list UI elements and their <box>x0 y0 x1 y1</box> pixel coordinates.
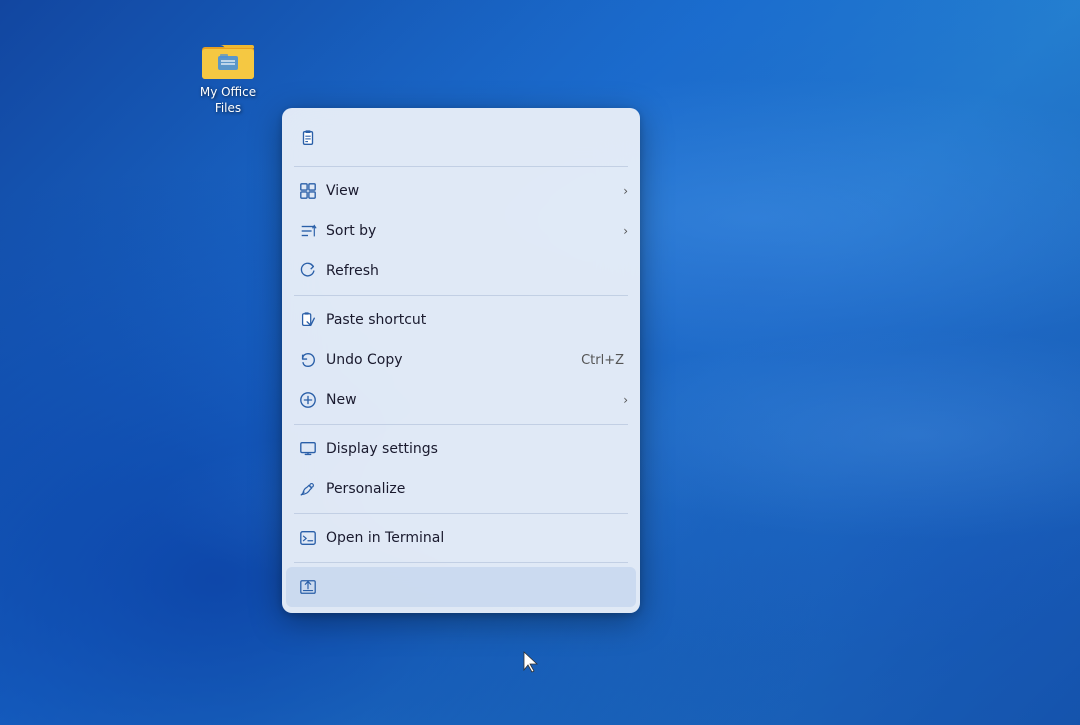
more-options-icon <box>294 573 322 601</box>
new-icon <box>294 386 322 414</box>
new-menu-item[interactable]: New › <box>282 380 640 420</box>
sort-by-menu-item[interactable]: Sort by › <box>282 211 640 251</box>
view-menu-item[interactable]: View › <box>282 171 640 211</box>
desktop-icon-label: My Office Files <box>200 85 256 116</box>
personalize-icon <box>294 475 322 503</box>
undo-copy-label: Undo Copy <box>326 352 581 368</box>
view-label: View <box>326 183 623 199</box>
personalize-label: Personalize <box>326 481 628 497</box>
personalize-menu-item[interactable]: Personalize <box>282 469 640 509</box>
sort-by-label: Sort by <box>326 223 623 239</box>
view-arrow: › <box>623 184 628 198</box>
separator-3 <box>294 513 628 514</box>
sort-icon <box>294 217 322 245</box>
display-icon <box>294 435 322 463</box>
sort-by-arrow: › <box>623 224 628 238</box>
separator-2 <box>294 424 628 425</box>
undo-copy-shortcut: Ctrl+Z <box>581 353 624 368</box>
separator-4 <box>294 562 628 563</box>
paste-shortcut-menu-item[interactable]: Paste shortcut <box>282 300 640 340</box>
paste-shortcut-icon <box>294 306 322 334</box>
open-terminal-label: Open in Terminal <box>326 530 628 546</box>
paste-top-item[interactable] <box>282 114 640 162</box>
clipboard-icon <box>294 124 322 152</box>
view-icon <box>294 177 322 205</box>
refresh-label: Refresh <box>326 263 628 279</box>
separator-1 <box>294 295 628 296</box>
refresh-menu-item[interactable]: Refresh <box>282 251 640 291</box>
paste-shortcut-label: Paste shortcut <box>326 312 628 328</box>
new-label: New <box>326 392 623 408</box>
undo-icon <box>294 346 322 374</box>
display-settings-menu-item[interactable]: Display settings <box>282 429 640 469</box>
display-settings-label: Display settings <box>326 441 628 457</box>
undo-copy-menu-item[interactable]: Undo Copy Ctrl+Z <box>282 340 640 380</box>
new-arrow: › <box>623 393 628 407</box>
show-more-options-menu-item[interactable] <box>286 567 636 607</box>
folder-icon <box>202 37 254 81</box>
terminal-icon <box>294 524 322 552</box>
separator-after-paste-top <box>294 166 628 167</box>
refresh-icon <box>294 257 322 285</box>
desktop-icon-my-office-files[interactable]: My Office Files <box>188 37 268 116</box>
open-terminal-menu-item[interactable]: Open in Terminal <box>282 518 640 558</box>
context-menu: View › Sort by › Refresh <box>282 108 640 613</box>
